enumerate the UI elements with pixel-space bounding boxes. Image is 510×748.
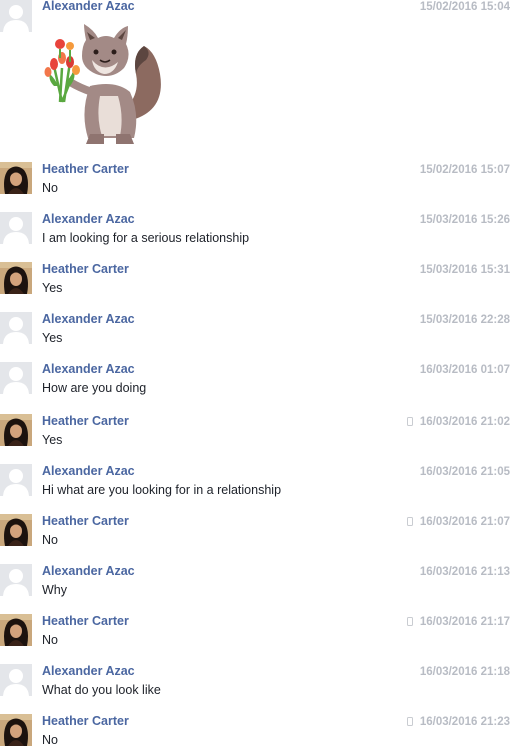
message-timestamp: 15/03/2016 22:28	[419, 314, 510, 326]
message-text: What do you look like	[42, 683, 161, 697]
message-text: No	[42, 633, 58, 647]
sender-name[interactable]: Heather Carter	[42, 514, 129, 529]
message-text: No	[42, 533, 58, 547]
message-item: Alexander Azac 15/03/2016 15:26 I am loo…	[0, 212, 510, 260]
message-timestamp: 16/03/2016 21:13	[419, 566, 510, 578]
message-item: Heather Carter 16/03/2016 21:07 No	[0, 514, 510, 562]
message-item: Heather Carter 16/03/2016 21:17 No	[0, 614, 510, 662]
message-text: Yes	[42, 281, 63, 295]
message-item: Heather Carter 16/03/2016 21:02 Yes	[0, 414, 510, 462]
message-timestamp: 16/03/2016 21:05	[419, 466, 510, 478]
message-item: Heather Carter 15/03/2016 15:31 Yes	[0, 262, 510, 310]
mobile-phone-icon	[406, 617, 413, 626]
mobile-phone-icon	[406, 517, 413, 526]
message-timestamp: 15/02/2016 15:04	[419, 1, 510, 13]
message-timestamp: 16/03/2016 21:23	[406, 715, 510, 729]
sender-name[interactable]: Alexander Azac	[42, 464, 135, 479]
message-item: Alexander Azac 15/03/2016 22:28 Yes	[0, 312, 510, 360]
sender-name[interactable]: Alexander Azac	[42, 664, 135, 679]
sender-name[interactable]: Alexander Azac	[42, 212, 135, 227]
message-timestamp-text: 16/03/2016 21:17	[419, 616, 510, 628]
message-timestamp: 15/02/2016 15:07	[419, 164, 510, 176]
fox-with-flowers-sticker	[40, 22, 166, 146]
message-timestamp: 16/03/2016 21:18	[419, 666, 510, 678]
sender-name[interactable]: Alexander Azac	[42, 362, 135, 377]
sender-name[interactable]: Heather Carter	[42, 414, 129, 429]
heather-avatar[interactable]	[0, 262, 32, 294]
default-avatar[interactable]	[0, 212, 32, 244]
sender-name[interactable]: Alexander Azac	[42, 312, 135, 327]
default-avatar[interactable]	[0, 464, 32, 496]
message-item: Alexander Azac 16/03/2016 21:05 Hi what …	[0, 464, 510, 512]
default-avatar[interactable]	[0, 664, 32, 696]
message-item: Heather Carter 15/02/2016 15:07 No	[0, 162, 510, 210]
default-avatar[interactable]	[0, 362, 32, 394]
sender-name[interactable]: Alexander Azac	[42, 564, 135, 579]
message-item: Alexander Azac 15/02/2016 15:04	[0, 0, 510, 150]
message-timestamp: 16/03/2016 01:07	[419, 364, 510, 376]
default-avatar[interactable]	[0, 564, 32, 596]
sender-name[interactable]: Heather Carter	[42, 614, 129, 629]
message-timestamp: 15/03/2016 15:26	[419, 214, 510, 226]
heather-avatar[interactable]	[0, 614, 32, 646]
message-timestamp: 16/03/2016 21:07	[406, 515, 510, 529]
message-timestamp: 16/03/2016 21:02	[406, 415, 510, 429]
message-timestamp: 16/03/2016 21:17	[406, 615, 510, 629]
sender-name[interactable]: Alexander Azac	[42, 0, 135, 14]
message-item: Alexander Azac 16/03/2016 21:13 Why	[0, 564, 510, 612]
message-timestamp-text: 16/03/2016 21:02	[419, 416, 510, 428]
message-timestamp: 15/03/2016 15:31	[419, 264, 510, 276]
message-item: Alexander Azac 16/03/2016 21:18 What do …	[0, 664, 510, 712]
message-text: Hi what are you looking for in a relatio…	[42, 483, 282, 497]
message-text: No	[42, 181, 58, 195]
message-text: Yes	[42, 433, 63, 447]
sender-name[interactable]: Heather Carter	[42, 262, 129, 277]
message-text: No	[42, 733, 58, 747]
mobile-phone-icon	[406, 717, 413, 726]
message-item: Alexander Azac 16/03/2016 01:07 How are …	[0, 362, 510, 410]
heather-avatar[interactable]	[0, 162, 32, 194]
sender-name[interactable]: Heather Carter	[42, 162, 129, 177]
message-text: Yes	[42, 331, 63, 345]
message-item: Heather Carter 16/03/2016 21:23 No	[0, 714, 510, 747]
message-text: Why	[42, 583, 67, 597]
heather-avatar[interactable]	[0, 514, 32, 546]
message-timestamp-text: 16/03/2016 21:07	[419, 516, 510, 528]
message-text: How are you doing	[42, 381, 147, 395]
default-avatar[interactable]	[0, 0, 32, 32]
message-timestamp-text: 16/03/2016 21:23	[419, 716, 510, 728]
default-avatar[interactable]	[0, 312, 32, 344]
heather-avatar[interactable]	[0, 714, 32, 746]
message-text: I am looking for a serious relationship	[42, 231, 250, 245]
mobile-phone-icon	[406, 417, 413, 426]
sender-name[interactable]: Heather Carter	[42, 714, 129, 729]
heather-avatar[interactable]	[0, 414, 32, 446]
